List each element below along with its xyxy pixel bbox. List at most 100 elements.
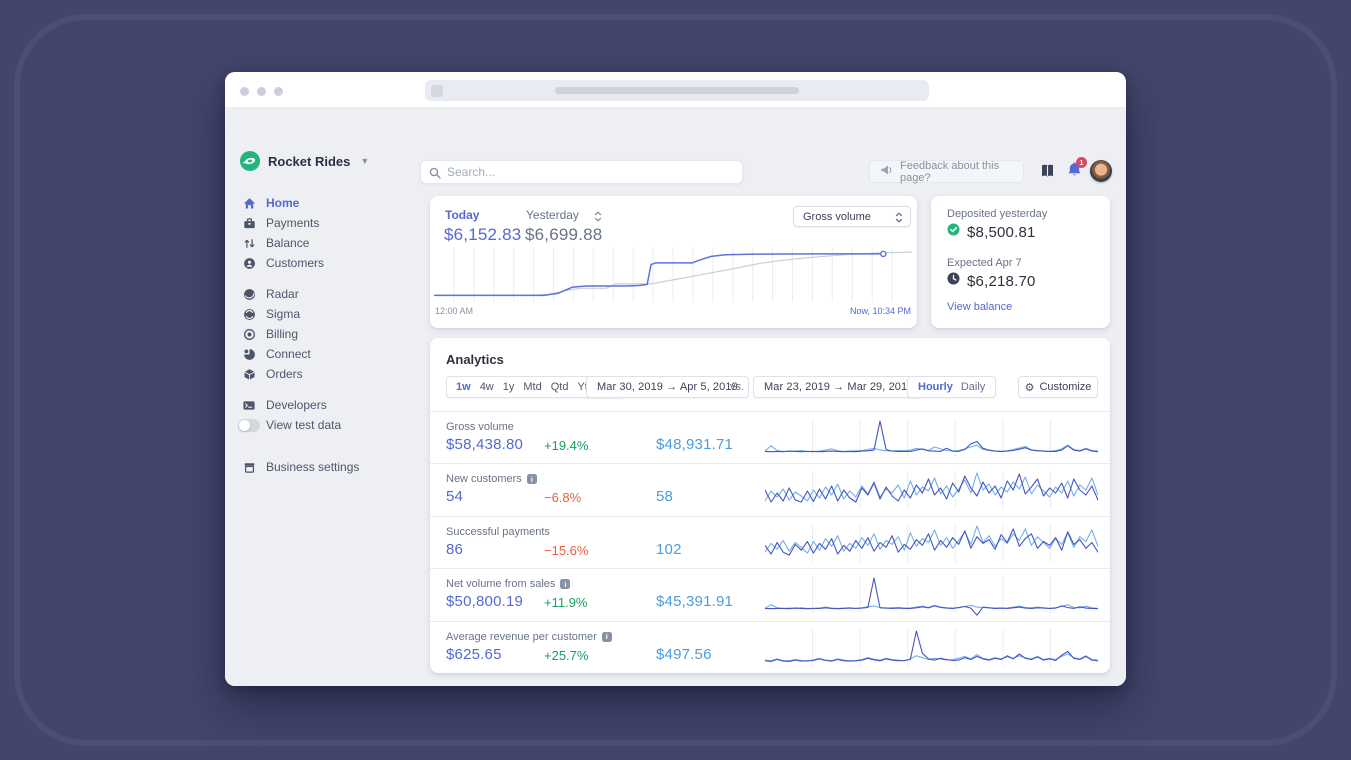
arrows-up-down-icon xyxy=(242,236,256,250)
deposited-value: $8,500.81 xyxy=(967,223,1036,241)
date-range-previous[interactable]: Mar 23, 2019 → Mar 29, 2019 xyxy=(753,376,925,398)
customize-label: Customize xyxy=(1039,381,1092,393)
metric-label: Gross volume xyxy=(446,421,514,433)
gear-icon: ⚙ xyxy=(1024,381,1035,394)
traffic-light-minimize[interactable] xyxy=(257,87,266,96)
date-range-current[interactable]: Mar 30, 2019 → Apr 5, 2019 xyxy=(586,376,749,398)
info-icon[interactable]: i xyxy=(526,474,537,485)
address-bar[interactable] xyxy=(425,80,929,101)
search-icon xyxy=(429,166,441,184)
sidebar-item-label: Radar xyxy=(266,287,299,301)
sigma-icon xyxy=(242,307,256,321)
notifications-bell-icon[interactable]: 1 xyxy=(1066,157,1087,179)
info-icon[interactable]: i xyxy=(601,631,612,642)
today-value: $6,152.83 xyxy=(444,225,522,244)
notification-badge: 1 xyxy=(1076,157,1087,168)
test-data-toggle[interactable] xyxy=(238,418,260,432)
sidebar-item-developers[interactable]: Developers xyxy=(225,395,420,415)
analytics-card: Analytics 1w 4w 1y Mtd Qtd Ytd All Mar 3… xyxy=(430,338,1110,673)
search-box xyxy=(420,160,743,184)
sparkline-chart xyxy=(765,471,1098,510)
chevron-down-icon: ▼ xyxy=(360,156,370,166)
metric-previous-value: $45,391.91 xyxy=(656,593,734,611)
sidebar-item-connect[interactable]: Connect xyxy=(225,344,420,364)
granularity-hourly[interactable]: Hourly xyxy=(918,381,953,393)
metric-row-average-revenue[interactable]: Average revenue per customer i $625.65 +2… xyxy=(430,620,1110,673)
metric-label: Net volume from sales xyxy=(446,578,556,591)
home-icon xyxy=(242,196,256,210)
metric-rows: Gross volume $58,438.80 +19.4% $48,931.7… xyxy=(430,411,1110,673)
browser-chrome xyxy=(225,72,1126,108)
traffic-light-zoom[interactable] xyxy=(274,87,283,96)
nav-divider xyxy=(225,273,420,284)
range-tab-mtd[interactable]: Mtd xyxy=(523,381,541,393)
sidebar-item-business-settings[interactable]: Business settings xyxy=(225,457,420,477)
metric-row-gross-volume[interactable]: Gross volume $58,438.80 +19.4% $48,931.7… xyxy=(430,412,1110,463)
expected-value: $6,218.70 xyxy=(967,272,1036,290)
connect-icon xyxy=(242,347,256,361)
analytics-filters: 1w 4w 1y Mtd Qtd Ytd All Mar 30, 2019 → … xyxy=(430,376,1110,398)
sidebar-item-view-test-data[interactable]: View test data xyxy=(225,415,420,435)
sidebar-item-label: Business settings xyxy=(266,460,360,474)
range-tab-4w[interactable]: 4w xyxy=(480,381,494,393)
metric-select[interactable]: Gross volume xyxy=(793,206,911,227)
docs-book-icon[interactable] xyxy=(1039,163,1056,179)
metric-previous-value: 102 xyxy=(656,540,682,558)
sidebar-item-label: View test data xyxy=(266,418,342,432)
feedback-button[interactable]: Feedback about this page? xyxy=(869,159,1024,184)
search-input[interactable] xyxy=(447,161,736,183)
sparkline-chart xyxy=(765,523,1098,562)
sidebar-item-customers[interactable]: Customers xyxy=(225,253,420,273)
feedback-label: Feedback about this page? xyxy=(900,159,1000,184)
account-switcher[interactable]: Rocket Rides ▼ xyxy=(240,151,369,171)
sidebar-item-label: Developers xyxy=(266,398,327,412)
chart-axis-start: 12:00 AM xyxy=(435,306,474,316)
url-text-placeholder xyxy=(555,87,799,94)
metric-label: Average revenue per customer xyxy=(446,630,597,643)
granularity-toggle: Hourly Daily xyxy=(907,376,997,398)
granularity-daily[interactable]: Daily xyxy=(961,381,985,393)
sidebar-item-orders[interactable]: Orders xyxy=(225,364,420,384)
site-favicon xyxy=(431,84,443,97)
date-range-previous-label: Mar 23, 2019 → Mar 29, 2019 xyxy=(764,381,914,393)
sidebar-item-label: Home xyxy=(266,196,300,210)
sidebar-item-radar[interactable]: Radar xyxy=(225,284,420,304)
billing-icon xyxy=(242,327,256,341)
yesterday-value: $6,699.88 xyxy=(525,225,603,244)
dashboard-app: Rocket Rides ▼ Home Payments Balance Cus… xyxy=(225,108,1126,686)
select-caret-icon xyxy=(895,212,903,226)
range-tab-1w[interactable]: 1w xyxy=(456,381,471,393)
storefront-icon xyxy=(242,460,256,474)
person-circle-icon xyxy=(242,256,256,270)
traffic-light-close[interactable] xyxy=(240,87,249,96)
nav-divider xyxy=(225,384,420,395)
check-circle-icon xyxy=(947,223,960,241)
expected-label: Expected Apr 7 xyxy=(947,257,1022,269)
metric-row-successful-payments[interactable]: Successful payments 86 −15.6% 102 xyxy=(430,515,1110,568)
megaphone-icon xyxy=(880,164,893,179)
sidebar-item-sigma[interactable]: Sigma xyxy=(225,304,420,324)
nav-divider xyxy=(225,446,420,457)
browser-window: Rocket Rides ▼ Home Payments Balance Cus… xyxy=(225,72,1126,686)
customize-button[interactable]: ⚙ Customize xyxy=(1018,376,1098,398)
metric-current-value: $58,438.80 xyxy=(446,436,524,453)
sidebar-item-label: Orders xyxy=(266,367,303,381)
range-tab-1y[interactable]: 1y xyxy=(503,381,515,393)
metric-row-net-volume[interactable]: Net volume from sales i $50,800.19 +11.9%… xyxy=(430,568,1110,620)
sparkline-chart xyxy=(765,576,1098,616)
metric-row-new-customers[interactable]: New customers i 54 −6.8% 58 xyxy=(430,463,1110,515)
sidebar-item-balance[interactable]: Balance xyxy=(225,233,420,253)
user-avatar[interactable] xyxy=(1090,160,1112,182)
sidebar-item-home[interactable]: Home xyxy=(225,193,420,213)
range-tab-qtd[interactable]: Qtd xyxy=(551,381,569,393)
terminal-icon xyxy=(242,398,256,412)
metric-previous-value: $497.56 xyxy=(656,645,712,663)
overview-chart xyxy=(434,247,912,302)
metric-select-value: Gross volume xyxy=(803,210,871,223)
cube-icon xyxy=(242,367,256,381)
sidebar-item-payments[interactable]: Payments xyxy=(225,213,420,233)
info-icon[interactable]: i xyxy=(560,579,571,590)
overview-card: Today Yesterday $6,152.83 $6,699.88 Gros… xyxy=(430,196,917,328)
view-balance-link[interactable]: View balance xyxy=(947,301,1012,313)
sidebar-item-billing[interactable]: Billing xyxy=(225,324,420,344)
